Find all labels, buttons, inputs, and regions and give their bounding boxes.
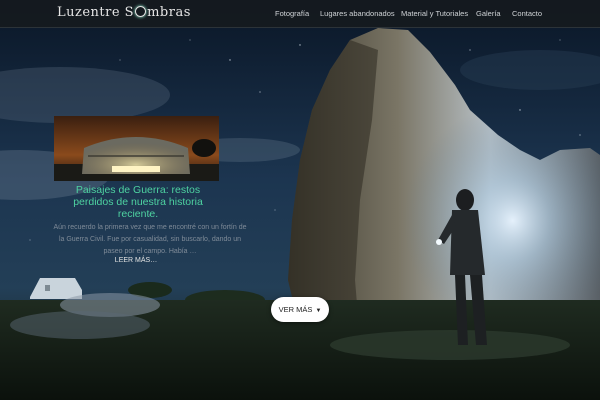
logo-text-suffix: mbras <box>147 5 191 20</box>
nav-item-contacto[interactable]: Contacto <box>512 0 542 27</box>
nav-item-lugares-abandonados[interactable]: Lugares abandonados <box>320 0 395 27</box>
post-thumbnail[interactable] <box>54 116 219 181</box>
post-excerpt: Aún recuerdo la primera vez que me encon… <box>53 224 247 255</box>
nav-item-material-tutoriales[interactable]: Material y Tutoriales <box>401 0 468 27</box>
ver-mas-label: VER MÁS <box>278 305 313 314</box>
site-header: Luzentre S mbras Fotografía Lugares aband… <box>0 0 600 28</box>
read-more-link[interactable]: LEER MÁS… <box>110 256 162 266</box>
nav-item-galeria[interactable]: Galería <box>476 0 501 27</box>
nav-item-fotografia[interactable]: Fotografía <box>275 0 309 27</box>
site-logo[interactable]: Luzentre S mbras <box>57 4 190 22</box>
ver-mas-button[interactable]: VER MÁS ▼ <box>271 297 329 322</box>
post-title[interactable]: Paisajes de Guerra: restos perdidos de n… <box>58 184 218 220</box>
logo-o-ring-icon <box>135 6 147 17</box>
caret-down-icon: ▼ <box>315 308 322 314</box>
logo-text-prefix: Luzentre S <box>57 5 135 20</box>
